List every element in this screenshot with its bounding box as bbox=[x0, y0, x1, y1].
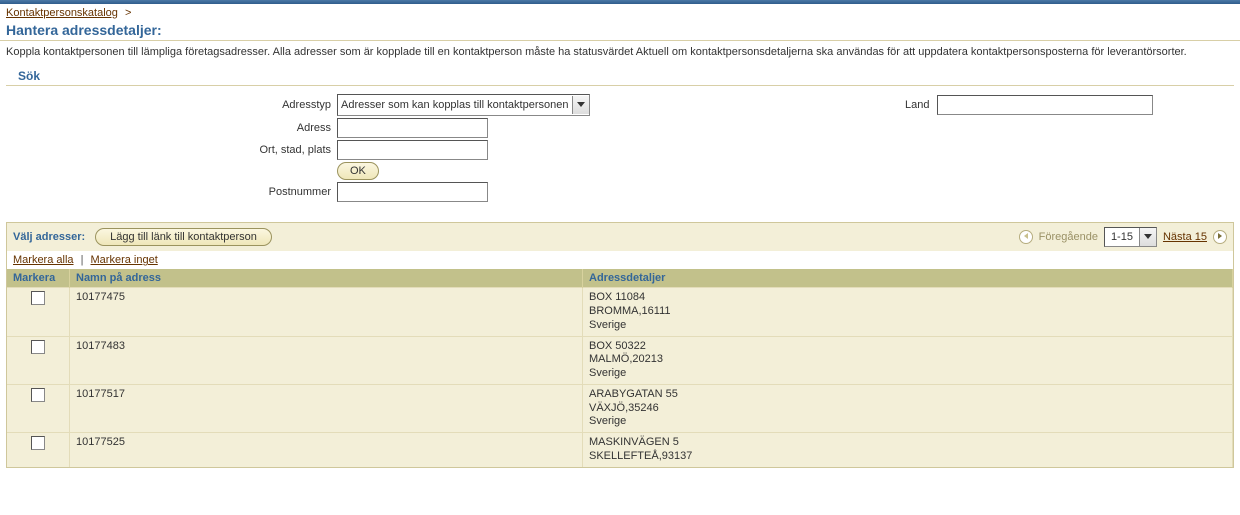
adresstyp-label: Adresstyp bbox=[6, 99, 337, 111]
adress-input[interactable] bbox=[337, 118, 488, 138]
chevron-down-icon bbox=[1139, 228, 1156, 246]
mark-cell bbox=[7, 433, 70, 467]
address-line: BOX 50322 bbox=[589, 340, 1226, 354]
row-checkbox[interactable] bbox=[31, 291, 45, 305]
row-checkbox[interactable] bbox=[31, 436, 45, 450]
land-label: Land bbox=[905, 99, 929, 111]
address-name-cell: 10177517 bbox=[70, 384, 583, 432]
row-checkbox[interactable] bbox=[31, 388, 45, 402]
ort-input[interactable] bbox=[337, 140, 488, 160]
page-title: Hantera adressdetaljer: bbox=[6, 22, 1234, 38]
address-line: ARABYGATAN 55 bbox=[589, 388, 1226, 402]
postnummer-input[interactable] bbox=[337, 182, 488, 202]
dotted-separator bbox=[0, 216, 1240, 218]
address-name-cell: 10177475 bbox=[70, 288, 583, 336]
next-icon[interactable] bbox=[1213, 230, 1227, 244]
address-details-cell: BOX 50322MALMÖ,20213Sverige bbox=[583, 336, 1233, 384]
add-link-button[interactable]: Lägg till länk till kontaktperson bbox=[95, 228, 272, 246]
address-details-cell: MASKINVÄGEN 5SKELLEFTEÅ,93137 bbox=[583, 433, 1233, 467]
col-details-header: Adressdetaljer bbox=[583, 269, 1233, 288]
adress-label: Adress bbox=[6, 122, 337, 134]
intro-text: Koppla kontaktpersonen till lämpliga för… bbox=[0, 43, 1240, 65]
adresstyp-select[interactable]: Adresser som kan kopplas till kontaktper… bbox=[337, 94, 590, 116]
address-details-cell: ARABYGATAN 55VÄXJÖ,35246Sverige bbox=[583, 384, 1233, 432]
postnummer-label: Postnummer bbox=[6, 186, 337, 198]
address-line: Sverige bbox=[589, 415, 1226, 429]
search-heading: Sök bbox=[18, 69, 1234, 83]
table-row: 10177517ARABYGATAN 55VÄXJÖ,35246Sverige bbox=[7, 384, 1233, 432]
address-line: BOX 11084 bbox=[589, 291, 1226, 305]
prev-link: Föregående bbox=[1039, 231, 1098, 243]
pipe-separator: | bbox=[81, 254, 84, 266]
address-details-cell: BOX 11084BROMMA,16111Sverige bbox=[583, 288, 1233, 336]
breadcrumb-link[interactable]: Kontaktpersonskatalog bbox=[6, 7, 118, 19]
address-name-cell: 10177483 bbox=[70, 336, 583, 384]
table-row: 10177525MASKINVÄGEN 5SKELLEFTEÅ,93137 bbox=[7, 433, 1233, 467]
table-row: 10177483BOX 50322MALMÖ,20213Sverige bbox=[7, 336, 1233, 384]
col-name-header: Namn på adress bbox=[70, 269, 583, 288]
range-value: 1-15 bbox=[1105, 231, 1139, 243]
select-links: Markera alla | Markera inget bbox=[7, 251, 1233, 269]
mark-cell bbox=[7, 384, 70, 432]
chevron-down-icon bbox=[572, 96, 589, 114]
col-mark-header: Markera bbox=[7, 269, 70, 288]
address-line: MALMÖ,20213 bbox=[589, 353, 1226, 367]
adresstyp-value: Adresser som kan kopplas till kontaktper… bbox=[338, 99, 572, 111]
panel-title: Välj adresser: bbox=[13, 231, 85, 243]
ort-label: Ort, stad, plats bbox=[6, 144, 337, 156]
panel-header: Välj adresser: Lägg till länk till konta… bbox=[7, 223, 1233, 251]
select-all-link[interactable]: Markera alla bbox=[13, 254, 74, 266]
breadcrumb: Kontaktpersonskatalog > bbox=[0, 4, 1240, 20]
address-line: BROMMA,16111 bbox=[589, 305, 1226, 319]
next-link[interactable]: Nästa 15 bbox=[1163, 231, 1207, 243]
ok-button[interactable]: OK bbox=[337, 162, 379, 180]
address-name-cell: 10177525 bbox=[70, 433, 583, 467]
prev-icon bbox=[1019, 230, 1033, 244]
address-line: Sverige bbox=[589, 367, 1226, 381]
divider bbox=[0, 40, 1240, 41]
divider bbox=[6, 85, 1234, 86]
mark-cell bbox=[7, 336, 70, 384]
mark-cell bbox=[7, 288, 70, 336]
breadcrumb-separator: > bbox=[125, 7, 131, 19]
address-line: SKELLEFTEÅ,93137 bbox=[589, 450, 1226, 464]
address-line: MASKINVÄGEN 5 bbox=[589, 436, 1226, 450]
row-checkbox[interactable] bbox=[31, 340, 45, 354]
address-line: VÄXJÖ,35246 bbox=[589, 402, 1226, 416]
pager: Föregående 1-15 Nästa 15 bbox=[1019, 227, 1227, 247]
search-form: Adresstyp Adresser som kan kopplas till … bbox=[0, 90, 1240, 210]
land-input[interactable] bbox=[937, 95, 1153, 115]
select-none-link[interactable]: Markera inget bbox=[91, 254, 158, 266]
range-select[interactable]: 1-15 bbox=[1104, 227, 1157, 247]
address-panel: Välj adresser: Lägg till länk till konta… bbox=[6, 222, 1234, 467]
land-field-group: Land bbox=[905, 95, 1153, 115]
address-table: Markera Namn på adress Adressdetaljer 10… bbox=[7, 269, 1233, 466]
table-row: 10177475BOX 11084BROMMA,16111Sverige bbox=[7, 288, 1233, 336]
address-line: Sverige bbox=[589, 319, 1226, 333]
